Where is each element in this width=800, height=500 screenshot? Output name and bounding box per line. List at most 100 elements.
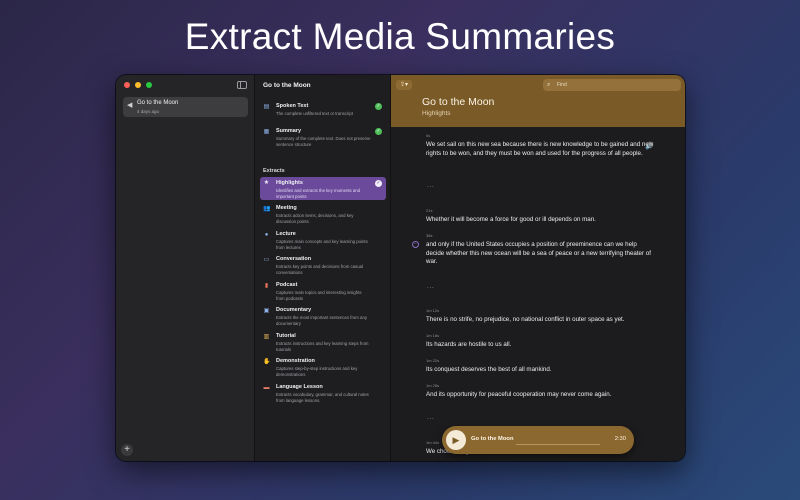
- transcript-segment[interactable]: 1m 22s Its conquest deserves the best of…: [426, 358, 656, 375]
- transcript-segment[interactable]: 1m 18s Its hazards are hostile to us all…: [426, 333, 656, 350]
- chat-bubbles-icon: ▭: [263, 257, 270, 263]
- summary-icon: ▦: [263, 129, 270, 135]
- extract-tutorial[interactable]: ▥ Tutorial Extracts instructions and key…: [260, 333, 386, 355]
- speech-icon: ▬: [263, 385, 270, 391]
- segment-text: Its conquest deserves the best of all ma…: [426, 366, 552, 373]
- extract-lecture[interactable]: ● Lecture Captures main concepts and key…: [260, 231, 386, 253]
- microphone-icon: ▮: [264, 283, 269, 289]
- option-label: Summary: [276, 128, 302, 134]
- segment-text: And its opportunity for peaceful coopera…: [426, 391, 612, 398]
- minimize-window-button[interactable]: [135, 82, 141, 88]
- marker-icon[interactable]: −: [412, 241, 419, 248]
- segment-timestamp: 1m 22s: [426, 358, 440, 363]
- zoom-window-button[interactable]: [146, 82, 152, 88]
- option-description: Extracts vocabulary, grammar, and cultur…: [276, 392, 369, 403]
- extract-language-lesson[interactable]: ▬ Language Lesson Extracts vocabulary, g…: [260, 384, 386, 406]
- segment-timestamp: 1m 12s: [426, 308, 440, 313]
- segment-timestamp: 1m 28s: [426, 383, 440, 388]
- segment-timestamp: 0s: [426, 133, 431, 138]
- option-label: Meeting: [276, 205, 297, 211]
- transcript-segment[interactable]: 0s We set sail on this new sea because t…: [426, 133, 656, 158]
- transcript-segment[interactable]: 1m 12s There is no strife, no prejudice,…: [426, 308, 656, 325]
- extract-podcast[interactable]: ▮ Podcast Captures main topics and inter…: [260, 282, 386, 304]
- option-label: Lecture: [276, 231, 296, 237]
- playback-progress-bar[interactable]: [516, 444, 600, 445]
- segment-text: and only if the United States occupies a…: [426, 241, 651, 265]
- film-icon: ▣: [263, 308, 270, 314]
- add-session-button[interactable]: +: [121, 444, 133, 456]
- person-icon: ●: [264, 232, 269, 238]
- book-icon: ▥: [263, 334, 270, 340]
- option-description: The complete unfiltered text or transcri…: [276, 111, 353, 116]
- search-icon: ⌕: [547, 82, 551, 88]
- audio-player: ▶ Go to the Moon 2:30: [442, 426, 634, 454]
- transcript-pane: ⇪▾ ⌕ Find Go to the Moon Highlights 🔊 − …: [391, 75, 685, 461]
- extract-meeting[interactable]: 👥 Meeting Extracts action items, decisio…: [260, 205, 386, 227]
- transcript-segment[interactable]: 38s and only if the United States occupi…: [426, 233, 656, 267]
- page-headline: Extract Media Summaries: [184, 16, 616, 57]
- extract-conversation[interactable]: ▭ Conversation Extracts key points and d…: [260, 256, 386, 278]
- option-summary[interactable]: ▦ Summary Summary of the complete text. …: [260, 128, 386, 150]
- option-description: Captures main topics and interesting ins…: [276, 290, 362, 301]
- segment-timestamp: 38s: [426, 233, 433, 238]
- transcript-header: ⇪▾ ⌕ Find Go to the Moon Highlights: [391, 75, 685, 127]
- people-icon: 👥: [263, 206, 271, 212]
- session-date: 4 days ago: [137, 109, 160, 114]
- extract-options-pane: Go to the Moon ▤ Spoken Text The complet…: [255, 75, 391, 461]
- option-description: Extracts instructions and key learning s…: [276, 341, 369, 352]
- player-duration: 2:30: [614, 436, 626, 442]
- option-spoken-text[interactable]: ▤ Spoken Text The complete unfiltered te…: [260, 103, 386, 125]
- segment-text: Its hazards are hostile to us all.: [426, 341, 512, 348]
- segment-text: There is no strife, no prejudice, no nat…: [426, 316, 625, 323]
- checkmark-icon: ✓: [375, 180, 382, 187]
- extract-highlights[interactable]: ★ Highlights Identifies and extracts the…: [260, 177, 386, 200]
- text-lines-icon: ▤: [263, 104, 270, 110]
- extract-documentary[interactable]: ▣ Documentary Extracts the most importan…: [260, 307, 386, 329]
- sidebar: ◀ Go to the Moon 4 days ago +: [116, 75, 255, 461]
- option-label: Spoken Text: [276, 103, 309, 109]
- option-description: Captures main concepts and key learning …: [276, 239, 368, 250]
- transcript-subtitle: Highlights: [422, 110, 451, 117]
- pane-title: Go to the Moon: [263, 82, 311, 89]
- option-label: Documentary: [276, 307, 312, 313]
- option-label: Podcast: [276, 282, 298, 288]
- transcript-segment[interactable]: 1m 28s And its opportunity for peaceful …: [426, 383, 656, 400]
- option-description: Captures step-by-step instructions and k…: [276, 366, 358, 377]
- option-label: Conversation: [276, 256, 312, 262]
- option-label: Demonstration: [276, 358, 315, 364]
- find-placeholder: Find: [557, 82, 567, 88]
- play-button[interactable]: ▶: [446, 430, 466, 450]
- option-label: Language Lesson: [276, 384, 323, 390]
- transcript-title: Go to the Moon: [422, 96, 495, 108]
- checkmark-icon: ✓: [375, 128, 382, 135]
- omitted-ellipsis: ...: [427, 283, 435, 290]
- omitted-ellipsis: ...: [427, 182, 435, 189]
- segment-text: We set sail on this new sea because ther…: [426, 141, 654, 157]
- option-description: Extracts action items, decisions, and ke…: [276, 213, 354, 224]
- option-label: Highlights: [276, 180, 303, 186]
- session-item[interactable]: ◀ Go to the Moon 4 days ago: [123, 97, 248, 117]
- option-description: Extracts the most important sentences fr…: [276, 315, 367, 326]
- player-title: Go to the Moon: [471, 436, 514, 442]
- option-description: Extracts key points and decisions from c…: [276, 264, 363, 275]
- segment-text: Whether it will become a force for good …: [426, 216, 596, 223]
- extracts-section-label: Extracts: [263, 168, 285, 174]
- checkmark-icon: ✓: [375, 103, 382, 110]
- app-window: ◀ Go to the Moon 4 days ago + Go to the …: [116, 75, 685, 461]
- share-menu-button[interactable]: ⇪▾: [396, 80, 412, 90]
- extract-demonstration[interactable]: ✋ Demonstration Captures step-by-step in…: [260, 358, 386, 380]
- session-title: Go to the Moon: [137, 100, 179, 106]
- segment-timestamp: 21s: [426, 208, 433, 213]
- close-window-button[interactable]: [124, 82, 130, 88]
- transcript-segment[interactable]: 21s Whether it will become a force for g…: [426, 208, 656, 225]
- star-icon: ★: [263, 180, 270, 186]
- option-description: Summary of the complete text. Does not p…: [276, 136, 371, 147]
- find-field[interactable]: ⌕ Find: [543, 79, 681, 91]
- hand-icon: ✋: [263, 359, 271, 365]
- segment-timestamp: 1m 18s: [426, 333, 440, 338]
- option-label: Tutorial: [276, 333, 296, 339]
- waveform-icon: ◀: [127, 102, 133, 109]
- option-description: Identifies and extracts the key moments …: [276, 188, 361, 199]
- sidebar-toggle-icon[interactable]: [237, 81, 247, 89]
- window-controls: [124, 82, 152, 88]
